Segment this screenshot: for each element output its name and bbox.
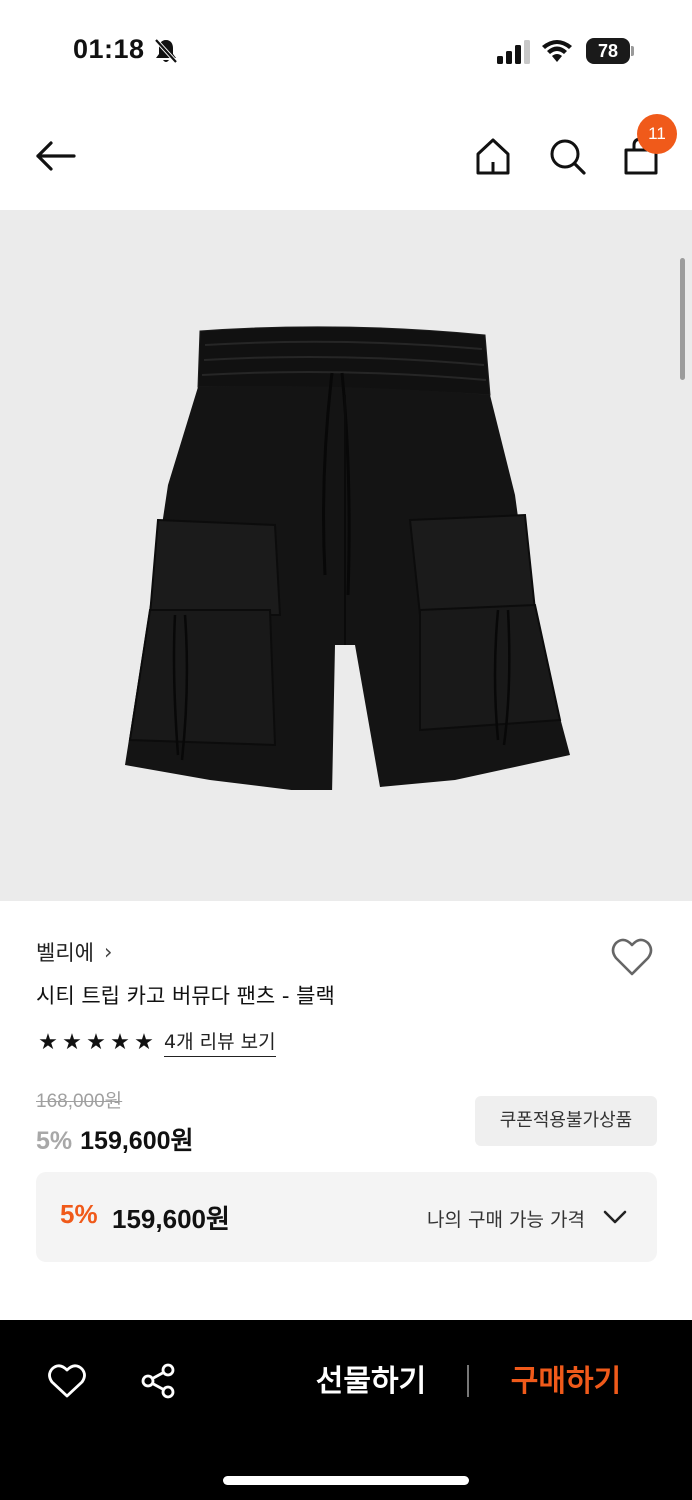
star-icon: ★ bbox=[62, 1029, 82, 1055]
signal-icon bbox=[497, 40, 530, 64]
status-bar: 01:18 78 bbox=[0, 0, 692, 100]
search-icon[interactable] bbox=[547, 136, 587, 176]
heart-icon[interactable] bbox=[610, 936, 654, 978]
discount-percent: 5% bbox=[36, 1127, 73, 1155]
chevron-down-icon bbox=[603, 1210, 627, 1224]
status-time: 01:18 bbox=[73, 34, 145, 64]
review-link[interactable]: 4개 리뷰 보기 bbox=[164, 1027, 276, 1057]
bottom-action-bar: 선물하기 구매하기 bbox=[0, 1320, 692, 1500]
original-price: 168,000원 bbox=[36, 1091, 123, 1112]
sale-price: 159,600원 bbox=[80, 1127, 194, 1155]
product-title: 시티 트립 카고 버뮤다 팬츠 - 블랙 bbox=[36, 984, 335, 1008]
bell-off-icon bbox=[154, 38, 178, 64]
my-price-dropdown[interactable]: 5% 159,600원 나의 구매 가능 가격 bbox=[36, 1172, 657, 1262]
battery-level: 78 bbox=[586, 38, 630, 64]
star-icon: ★ bbox=[86, 1029, 106, 1055]
star-icon: ★ bbox=[38, 1029, 58, 1055]
my-price: 159,600원 bbox=[112, 1204, 230, 1234]
chevron-right-icon: › bbox=[103, 940, 113, 964]
my-discount-percent: 5% bbox=[60, 1199, 98, 1229]
cart-count-badge: 11 bbox=[637, 114, 677, 154]
star-icon: ★ bbox=[134, 1029, 154, 1055]
wifi-icon bbox=[542, 40, 572, 62]
battery-icon: 78 bbox=[586, 38, 634, 64]
heart-icon[interactable] bbox=[47, 1362, 87, 1400]
share-icon[interactable] bbox=[139, 1362, 177, 1400]
sale-price-row: 5% 159,600원 bbox=[36, 1121, 194, 1157]
star-icon: ★ bbox=[110, 1029, 130, 1055]
divider bbox=[467, 1365, 469, 1397]
cargo-shorts-image bbox=[125, 326, 570, 790]
home-icon[interactable] bbox=[474, 136, 512, 176]
product-image[interactable] bbox=[0, 210, 692, 901]
battery-tip bbox=[631, 46, 634, 56]
home-indicator[interactable] bbox=[223, 1476, 469, 1485]
my-price-label: 나의 구매 가능 가격 bbox=[427, 1209, 585, 1231]
scroll-indicator[interactable] bbox=[680, 258, 685, 380]
brand-link[interactable]: 벨리에 › bbox=[36, 937, 112, 967]
rating-stars: ★ ★ ★ ★ ★ bbox=[36, 1030, 156, 1055]
gift-button[interactable]: 선물하기 bbox=[310, 1360, 432, 1404]
brand-name: 벨리에 bbox=[36, 941, 94, 965]
coupon-unavailable-chip: 쿠폰적용불가상품 bbox=[475, 1096, 657, 1146]
nav-header bbox=[0, 100, 692, 210]
arrow-left-icon[interactable] bbox=[34, 138, 78, 174]
buy-button[interactable]: 구매하기 bbox=[504, 1360, 628, 1404]
rating-row: ★ ★ ★ ★ ★ 4개 리뷰 보기 bbox=[36, 1027, 276, 1057]
